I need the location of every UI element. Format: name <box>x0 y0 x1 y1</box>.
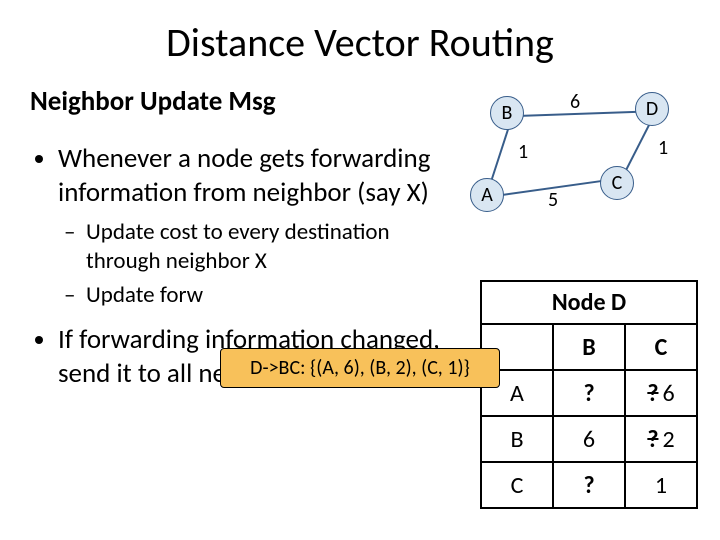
sub-bullet-item: Update cost to every destination through… <box>86 218 460 278</box>
node-A: A <box>470 178 504 212</box>
new-value: 2 <box>662 425 674 454</box>
sub-bullet-list: Update cost to every destination through… <box>58 218 460 312</box>
table-caption: Node D <box>481 281 697 324</box>
node-C: C <box>600 166 634 200</box>
cell-value: ? 6 <box>625 370 697 416</box>
qmark: ? <box>583 471 594 500</box>
bullet-text: Whenever a node gets forwarding informat… <box>58 142 430 209</box>
col-header-B: B <box>553 324 625 370</box>
network-graph: 6 1 5 1 B D A C <box>470 88 700 238</box>
table-header-row: B C <box>481 324 697 370</box>
node-label: C <box>612 171 623 195</box>
edge-label-AC: 5 <box>548 188 558 212</box>
qmark-struck: ? <box>647 425 658 454</box>
col-header-C: C <box>625 324 697 370</box>
slide: Distance Vector Routing Neighbor Update … <box>0 0 720 540</box>
node-D: D <box>635 92 669 126</box>
sub-bullet-item: Update forw <box>86 281 460 311</box>
cell-value: 6 <box>553 416 625 462</box>
node-label: A <box>481 183 493 207</box>
cell-value: ? 2 <box>625 416 697 462</box>
row-dest: B <box>481 416 553 462</box>
edge-label-CD: 1 <box>658 136 668 160</box>
table-caption-row: Node D <box>481 281 697 324</box>
table-row: A ? ? 6 <box>481 370 697 416</box>
node-label: B <box>502 101 513 125</box>
node-label: D <box>646 97 658 121</box>
bullet-item: Whenever a node gets forwarding informat… <box>58 142 460 311</box>
update-message-callout: D->BC: {(A, 6), (B, 2), (C, 1)} <box>220 348 500 388</box>
edge-label-AB: 1 <box>518 140 528 164</box>
page-title: Distance Vector Routing <box>30 18 690 67</box>
qmark: ? <box>583 379 594 408</box>
edge-label-BD: 6 <box>570 90 580 114</box>
cell-value: ? <box>553 370 625 416</box>
row-dest: C <box>481 462 553 508</box>
cell-value: ? <box>553 462 625 508</box>
cell-value: 1 <box>625 462 697 508</box>
node-B: B <box>490 96 524 130</box>
table-row: B 6 ? 2 <box>481 416 697 462</box>
dv-table: Node D B C A ? ? 6 B 6 ? 2 <box>480 280 698 509</box>
new-value: 6 <box>662 379 674 408</box>
table-row: C ? 1 <box>481 462 697 508</box>
qmark-struck: ? <box>647 379 658 408</box>
